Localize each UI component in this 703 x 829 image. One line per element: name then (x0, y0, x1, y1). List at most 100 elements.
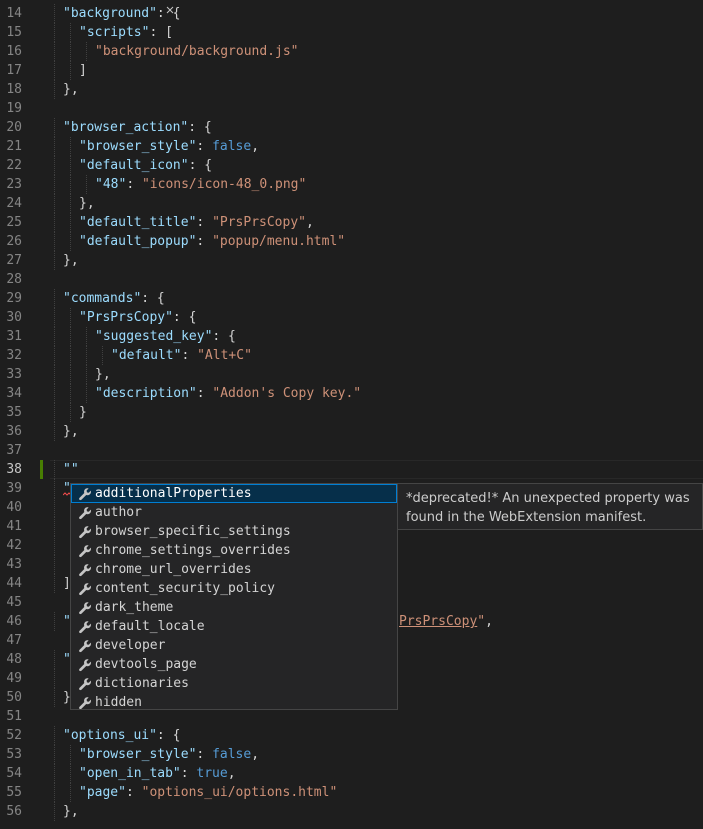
suggestion-item[interactable]: hidden (71, 693, 397, 709)
code-line[interactable]: 34 "description": "Addon's Copy key." (0, 384, 703, 403)
code-line[interactable]: 16 "background/background.js" (0, 42, 703, 61)
suggest-widget[interactable]: additionalProperties author browser_specif… (70, 483, 398, 710)
code-line[interactable]: 52 "options_ui": { (0, 726, 703, 745)
line-number: 15 (6, 25, 22, 40)
code-text: } (79, 403, 87, 422)
line-number: 37 (6, 443, 22, 458)
wrench-icon (79, 545, 91, 558)
code-text: "default": "Alt+C" (111, 346, 252, 365)
indent-guide (54, 232, 55, 251)
code-line[interactable]: 31 "suggested_key": { (0, 327, 703, 346)
suggestion-item[interactable]: chrome_settings_overrides (71, 541, 397, 560)
line-number: 23 (6, 177, 22, 192)
code-token: "background/background.js" (95, 44, 299, 59)
code-token: : (181, 348, 198, 363)
suggest-details-text: *deprecated!* An unexpected property was… (406, 491, 690, 525)
suggestion-item[interactable]: chrome_url_overrides (71, 560, 397, 579)
code-line[interactable]: 32 "default": "Alt+C" (0, 346, 703, 365)
suggestion-item[interactable]: browser_specific_settings (71, 522, 397, 541)
code-line[interactable]: 55 "page": "options_ui/options.html" (0, 783, 703, 802)
code-line[interactable]: 15 "scripts": [ (0, 23, 703, 42)
code-line[interactable]: 53 "browser_style": false, (0, 745, 703, 764)
suggestion-label: additionalProperties (95, 486, 252, 501)
line-number: 56 (6, 804, 22, 819)
code-line[interactable]: 25 "default_title": "PrsPrsCopy", (0, 213, 703, 232)
code-editor[interactable]: 14 "background": {15 "scripts": [16 "backgr… (0, 0, 703, 829)
code-line[interactable]: 56}, (0, 802, 703, 821)
code-line[interactable]: 35} (0, 403, 703, 422)
code-token: , (305, 215, 314, 230)
code-line[interactable]: 14 "background": { (0, 4, 703, 23)
line-number: 50 (6, 690, 22, 705)
code-line[interactable]: 27}, (0, 251, 703, 270)
code-token: : (196, 139, 213, 154)
indent-guide (54, 327, 55, 346)
wrench-icon (79, 526, 91, 539)
code-token: "scripts" (79, 25, 150, 40)
line-number: 41 (6, 519, 22, 534)
code-token: : { (212, 329, 236, 344)
code-token: } (79, 405, 87, 420)
code-token: : (196, 747, 213, 762)
indent-guide (102, 346, 103, 365)
code-line[interactable]: 36}, (0, 422, 703, 441)
code-text: "PrsPrsCopy": { (79, 308, 196, 327)
indent-guide (54, 289, 55, 308)
code-line[interactable]: 38 "" (0, 460, 703, 479)
suggestion-item[interactable]: dark_theme (71, 598, 397, 617)
indent-guide (54, 23, 55, 42)
code-line[interactable]: 17] (0, 61, 703, 80)
suggestion-item[interactable]: author (71, 503, 397, 522)
line-number: 55 (6, 785, 22, 800)
code-token: }, (63, 424, 79, 439)
suggest-details: *deprecated!* An unexpected property was… (397, 483, 703, 530)
suggestion-item[interactable]: default_locale (71, 617, 397, 636)
indent-guide (54, 251, 55, 270)
code-line[interactable]: 23 "48": "icons/icon-48_0.png" (0, 175, 703, 194)
line-number: 45 (6, 595, 22, 610)
code-token: "48" (95, 177, 127, 192)
line-number: 44 (6, 576, 22, 591)
code-line[interactable]: 24}, (0, 194, 703, 213)
line-number: 33 (6, 367, 22, 382)
code-text-tail: PrsPrsCopy", (399, 612, 493, 631)
code-token: : (126, 177, 142, 192)
code-line[interactable]: 21 "browser_style": false, (0, 137, 703, 156)
code-token: " (477, 614, 486, 629)
code-line[interactable]: 22 "default_icon": { (0, 156, 703, 175)
indent-guide (70, 42, 71, 61)
code-line[interactable]: 26 "default_popup": "popup/menu.html" (0, 232, 703, 251)
code-line[interactable]: 33}, (0, 365, 703, 384)
wrench-icon (79, 621, 91, 634)
code-line[interactable]: 18}, (0, 80, 703, 99)
code-line[interactable]: 37 (0, 441, 703, 460)
indent-guide (54, 365, 55, 384)
code-token: "popup/menu.html" (212, 234, 346, 249)
suggestion-item[interactable]: additionalProperties (71, 484, 397, 503)
indent-guide (54, 726, 55, 745)
suggestion-item[interactable]: devtools_page (71, 655, 397, 674)
indent-guide (70, 61, 71, 80)
code-token: "description" (95, 386, 197, 401)
suggestion-item[interactable]: dictionaries (71, 674, 397, 693)
code-token: PrsPrsCopy (399, 614, 478, 629)
line-number: 19 (6, 101, 22, 116)
line-number: 25 (6, 215, 22, 230)
code-line[interactable]: 19 (0, 99, 703, 118)
code-line[interactable]: 54 "open_in_tab": true, (0, 764, 703, 783)
code-line[interactable]: 20 "browser_action": { (0, 118, 703, 137)
code-line[interactable]: 28 (0, 270, 703, 289)
code-token: "page" (79, 785, 126, 800)
code-token: "options_ui" (63, 728, 157, 743)
suggestion-item[interactable]: developer (71, 636, 397, 655)
code-text: "open_in_tab": true, (79, 764, 236, 783)
suggestion-item[interactable]: content_security_policy (71, 579, 397, 598)
code-line[interactable]: 30 "PrsPrsCopy": { (0, 308, 703, 327)
code-text: "suggested_key": { (95, 327, 236, 346)
code-line[interactable]: 29 "commands": { (0, 289, 703, 308)
code-token: "browser_action" (63, 120, 189, 135)
line-number: 51 (6, 709, 22, 724)
indent-guide (86, 42, 87, 61)
suggestion-label: devtools_page (95, 657, 197, 672)
code-token: , (227, 766, 236, 781)
